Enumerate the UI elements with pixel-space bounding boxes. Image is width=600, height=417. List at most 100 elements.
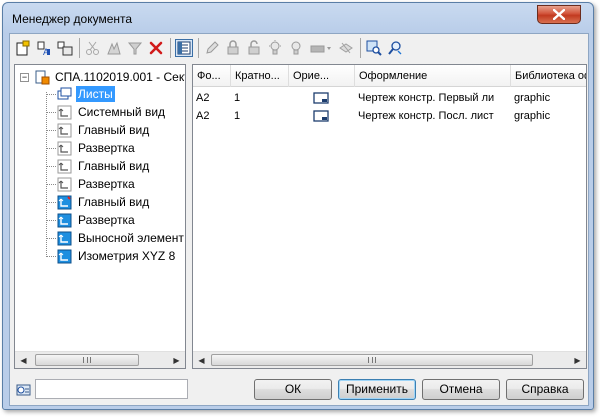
tree-connector: [46, 238, 56, 239]
dialog-client-area: A − СПА.1102019.001 - Сект Листы Системн…: [9, 33, 589, 406]
document-icon: [35, 70, 50, 84]
zoom-to-button[interactable]: [365, 39, 383, 57]
window-title: Менеджер документа: [12, 12, 133, 26]
column-header-format[interactable]: Фо...: [193, 65, 231, 87]
bulb-off-icon: [291, 41, 301, 55]
tree-item-view[interactable]: Системный вид: [57, 103, 167, 121]
status-input[interactable]: [35, 379, 188, 399]
tree-item-view[interactable]: Развертка: [57, 139, 137, 157]
view-active-icon: [57, 231, 72, 245]
list-horizontal-scrollbar[interactable]: ◀ ▶: [193, 351, 586, 368]
edit-icon: [206, 41, 219, 54]
new-document-button[interactable]: [14, 39, 32, 57]
tree-item-view[interactable]: Главный вид: [57, 121, 151, 139]
search-icon: [388, 41, 402, 55]
layers-button[interactable]: [337, 39, 355, 57]
toolbar-separator: [170, 38, 171, 58]
table-row[interactable]: A2 1 Чертеж констр. Посл. лист graphic: [193, 107, 586, 125]
tree-item-view[interactable]: Главный вид: [57, 157, 151, 175]
tree-connector: [46, 130, 56, 131]
color-dropdown-button[interactable]: [308, 39, 334, 57]
scroll-right-button[interactable]: ▶: [569, 352, 586, 368]
bulb-off-button[interactable]: [287, 39, 305, 57]
collapse-icon[interactable]: −: [20, 72, 29, 82]
edit-button[interactable]: [203, 39, 221, 57]
view-active-icon: [57, 213, 72, 227]
title-bar[interactable]: Менеджер документа: [3, 3, 593, 33]
document-tree[interactable]: − СПА.1102019.001 - Сект Листы Системный …: [14, 64, 186, 369]
document-manager-window: Менеджер документа A − СПА.1102019.001 -…: [2, 2, 594, 410]
tree-item-label: Развертка: [78, 141, 135, 155]
scroll-thumb[interactable]: [211, 354, 533, 366]
sheet-info-icon[interactable]: [15, 381, 33, 399]
close-icon: [553, 9, 565, 20]
add-sheet-icon: A: [37, 41, 50, 56]
sheet-properties-button[interactable]: [175, 39, 193, 57]
new-document-icon: [16, 40, 30, 56]
sheets-list[interactable]: Фо... Кратно... Орие... Оформление Библи…: [192, 64, 587, 369]
tree-connector: [46, 148, 56, 149]
bulb-on-button[interactable]: [266, 39, 284, 57]
landscape-icon: [313, 92, 329, 104]
color-dropdown-icon: [310, 45, 331, 53]
tree-root-label: СПА.1102019.001 - Сект: [55, 70, 186, 84]
tree-connector: [46, 220, 56, 221]
design-cell: Чертеж констр. Посл. лист: [358, 110, 494, 122]
help-button[interactable]: Справка: [506, 379, 584, 400]
tree-item-label: Развертка: [78, 213, 135, 227]
tree-item-label: Главный вид: [78, 195, 150, 209]
view-active-icon: [57, 195, 72, 209]
add-sheet-button[interactable]: A: [35, 39, 53, 57]
tree-item-view[interactable]: Развертка: [57, 175, 137, 193]
copy-button[interactable]: [105, 39, 123, 57]
layers-icon: [339, 42, 353, 54]
search-button[interactable]: [386, 39, 404, 57]
table-row[interactable]: A2 1 Чертеж констр. Первый ли graphic: [193, 89, 586, 107]
lock-button[interactable]: [224, 39, 242, 57]
unlock-icon: [248, 40, 260, 55]
sheets-icon: [57, 87, 72, 99]
tree-root[interactable]: − СПА.1102019.001 - Сект: [15, 68, 186, 86]
toolbar-separator: [198, 38, 199, 58]
close-button[interactable]: [537, 5, 581, 24]
scroll-right-button[interactable]: ▶: [168, 352, 185, 368]
scroll-thumb[interactable]: [35, 354, 139, 366]
lock-icon: [227, 40, 239, 55]
copy-icon: [107, 41, 121, 55]
ok-button[interactable]: ОК: [254, 379, 332, 400]
unlock-button[interactable]: [245, 39, 263, 57]
tree-connector: [46, 94, 56, 95]
column-header-multiplicity[interactable]: Кратно...: [231, 65, 289, 87]
view-icon: [57, 105, 72, 119]
toolbar-separator: [79, 38, 80, 58]
tree-item-sheets[interactable]: Листы: [57, 85, 115, 103]
view-active-icon: [57, 249, 72, 263]
apply-button[interactable]: Применить: [338, 379, 416, 400]
scroll-left-button[interactable]: ◀: [15, 352, 32, 368]
tree-item-view[interactable]: Главный вид: [57, 193, 151, 211]
landscape-icon: [313, 110, 329, 122]
delete-button[interactable]: [147, 39, 165, 57]
tree-item-view[interactable]: Изометрия XYZ 8: [57, 247, 177, 265]
cut-icon: [86, 41, 99, 55]
tree-item-label: Главный вид: [78, 159, 150, 173]
tree-item-label: Системный вид: [78, 105, 166, 119]
view-icon: [57, 177, 72, 191]
tree-connector: [46, 184, 56, 185]
cut-button[interactable]: [84, 39, 102, 57]
column-header-orientation[interactable]: Орие...: [289, 65, 355, 87]
library-cell: graphic: [514, 110, 551, 122]
paste-button[interactable]: [126, 39, 144, 57]
orientation-cell: [289, 107, 355, 125]
column-header-design[interactable]: Оформление: [355, 65, 511, 87]
tree-horizontal-scrollbar[interactable]: ◀ ▶: [15, 351, 185, 368]
bulb-on-icon: [269, 40, 281, 55]
multiplicity-cell: 1: [234, 110, 241, 122]
tree-item-view[interactable]: Выносной элемент: [57, 229, 185, 247]
column-header-library[interactable]: Библиотека оф: [511, 65, 586, 87]
cancel-button[interactable]: Отмена: [422, 379, 500, 400]
tree-item-view[interactable]: Развертка: [57, 211, 137, 229]
scroll-left-button[interactable]: ◀: [193, 352, 210, 368]
toolbar-separator: [360, 38, 361, 58]
add-view-button[interactable]: [56, 39, 74, 57]
